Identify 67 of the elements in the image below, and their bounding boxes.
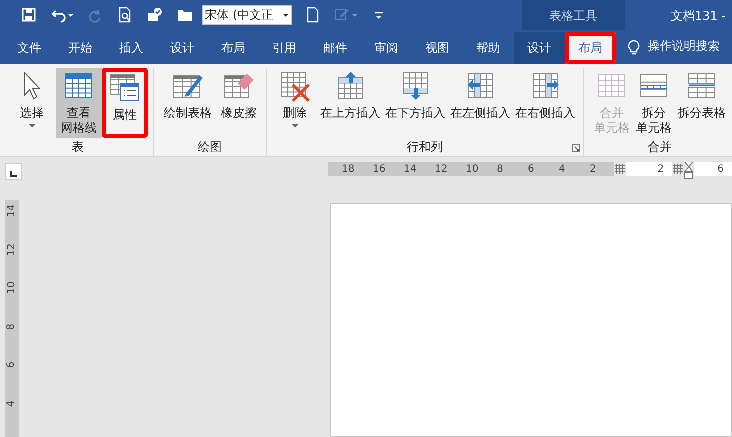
ruler-number: 2 <box>658 162 664 176</box>
dialog-launcher-icon[interactable] <box>572 144 580 152</box>
ribbon-button[interactable]: 在右侧插入 <box>513 68 578 138</box>
tab-stop-icon <box>10 170 18 178</box>
group-label: 表 <box>71 139 85 156</box>
ribbon-tab[interactable]: 布局 <box>208 32 259 64</box>
table-properties-icon <box>109 72 141 104</box>
ruler-number: 10 <box>466 162 480 176</box>
document-title: 文档131 - <box>671 8 726 25</box>
font-name-field[interactable]: 宋体 (中文正 <box>202 5 292 25</box>
ribbon-button[interactable]: 查看 网格线 <box>56 68 102 138</box>
ribbon-tab[interactable]: 设计 <box>514 32 565 64</box>
ribbon-button[interactable]: 拆分表格 <box>673 68 731 138</box>
caret-icon <box>283 14 289 16</box>
ruler-number: 6 <box>528 162 536 176</box>
ruler-number: 14 <box>7 204 17 218</box>
table-delete-icon <box>279 70 311 102</box>
ribbon-button[interactable]: 绘制表格 <box>159 68 217 138</box>
caret-icon[interactable] <box>292 124 298 128</box>
contextual-tab-group-label: 表格工具 <box>550 8 598 23</box>
ruler-number: 8 <box>497 162 504 176</box>
ruler-number: 18 <box>342 162 356 176</box>
caret-icon[interactable] <box>28 124 36 128</box>
ribbon-button[interactable]: 在下方插入 <box>383 68 448 138</box>
ribbon-button[interactable]: 在左侧插入 <box>448 68 513 138</box>
ruler-number: 12 <box>435 162 449 176</box>
ribbon-tab[interactable]: 开始 <box>55 32 106 64</box>
caret-icon[interactable] <box>68 14 74 16</box>
tell-me-search-link[interactable]: 操作说明搜索 <box>648 37 720 55</box>
print-preview-icon[interactable] <box>117 7 133 23</box>
ribbon-button[interactable]: 在上方插入 <box>318 68 383 138</box>
ruler-number: 12 <box>7 243 17 256</box>
ribbon-tab[interactable]: 审阅 <box>361 32 412 64</box>
ribbon-button[interactable]: 选择 <box>8 68 56 138</box>
ruler-number: 10 <box>7 282 17 294</box>
new-document-icon[interactable] <box>305 7 321 23</box>
group-label: 行和列 <box>406 139 444 156</box>
ruler-number: 8 <box>7 323 17 330</box>
ruler-number: 14 <box>404 162 418 176</box>
group-label: 绘图 <box>197 139 223 156</box>
folder-icon[interactable] <box>177 7 193 23</box>
ruler-number: 6 <box>718 162 724 176</box>
ribbon-button[interactable]: 删除 <box>272 68 318 138</box>
ruler-number: 4 <box>7 400 17 407</box>
ruler-number: 6 <box>7 362 17 368</box>
ribbon-tab[interactable]: 设计 <box>157 32 208 64</box>
ruler-number: 16 <box>373 162 387 176</box>
touch-mode-icon[interactable] <box>147 7 163 23</box>
ribbon-button[interactable]: 拆分 单元格 <box>635 68 673 138</box>
indent-marker-icon[interactable] <box>684 162 694 180</box>
ribbon-tab[interactable]: 布局 <box>565 32 616 64</box>
ribbon-tab[interactable]: 文件 <box>4 32 55 64</box>
tab-selector-button[interactable] <box>5 163 22 180</box>
column-marker-icon[interactable] <box>673 164 684 174</box>
ribbon-button[interactable]: 属性 <box>102 68 148 138</box>
save-icon[interactable] <box>21 7 37 23</box>
group-label: 合并 <box>647 139 673 156</box>
ribbon-tab[interactable]: 引用 <box>259 32 310 64</box>
ribbon-tab[interactable]: 视图 <box>412 32 463 64</box>
lightbulb-icon <box>628 40 640 55</box>
ribbon-tab[interactable]: 帮助 <box>463 32 514 64</box>
ribbon-tab[interactable]: 插入 <box>106 32 157 64</box>
ribbon-button[interactable]: 橡皮擦 <box>217 68 261 138</box>
ribbon-tab[interactable]: 邮件 <box>310 32 361 64</box>
column-marker-icon[interactable] <box>615 164 625 174</box>
ruler-number: 2 <box>590 162 598 176</box>
ruler-number: 4 <box>559 162 566 176</box>
